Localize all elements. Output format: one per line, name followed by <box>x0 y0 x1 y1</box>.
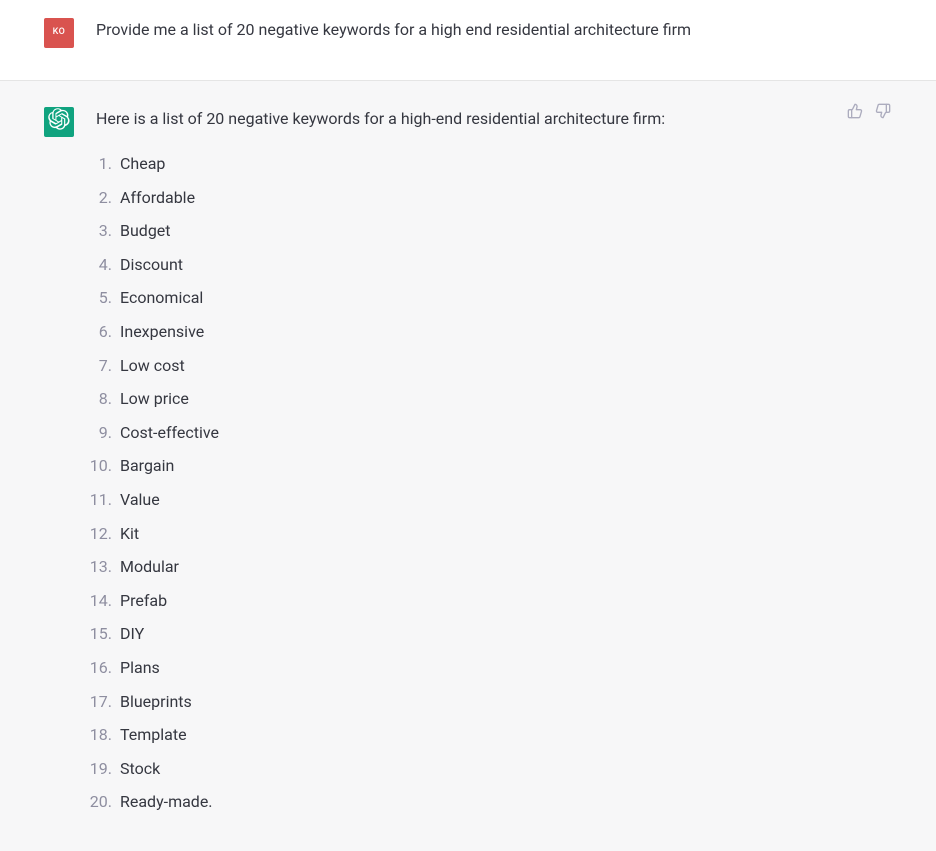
list-item: Stock <box>96 756 816 782</box>
user-prompt-text: Provide me a list of 20 negative keyword… <box>96 18 816 42</box>
list-item: Low cost <box>96 353 816 379</box>
user-message-row: KO Provide me a list of 20 negative keyw… <box>0 0 936 81</box>
list-item: Cheap <box>96 151 816 177</box>
thumbs-down-button[interactable] <box>874 105 892 123</box>
list-item: Template <box>96 722 816 748</box>
list-item: Inexpensive <box>96 319 816 345</box>
list-item: Budget <box>96 218 816 244</box>
user-avatar-initials: KO <box>53 26 66 40</box>
list-item: Ready-made. <box>96 789 816 815</box>
assistant-avatar <box>44 107 74 137</box>
list-item: Value <box>96 487 816 513</box>
list-item: Affordable <box>96 185 816 211</box>
list-item: DIY <box>96 621 816 647</box>
openai-icon <box>48 108 70 137</box>
assistant-intro-text: Here is a list of 20 negative keywords f… <box>96 107 816 131</box>
list-item: Kit <box>96 521 816 547</box>
list-item: Economical <box>96 285 816 311</box>
assistant-message-content: Here is a list of 20 negative keywords f… <box>96 105 816 823</box>
user-message-content: Provide me a list of 20 negative keyword… <box>96 16 816 48</box>
list-item: Bargain <box>96 453 816 479</box>
thumbs-up-button[interactable] <box>846 105 864 123</box>
keyword-list: Cheap Affordable Budget Discount Economi… <box>96 151 816 815</box>
list-item: Blueprints <box>96 689 816 715</box>
thumbs-down-icon <box>875 102 891 126</box>
feedback-controls <box>846 105 892 123</box>
list-item: Discount <box>96 252 816 278</box>
list-item: Modular <box>96 554 816 580</box>
list-item: Cost-effective <box>96 420 816 446</box>
thumbs-up-icon <box>847 102 863 126</box>
user-avatar: KO <box>44 18 74 48</box>
assistant-message-row: Here is a list of 20 negative keywords f… <box>0 81 936 851</box>
list-item: Prefab <box>96 588 816 614</box>
list-item: Low price <box>96 386 816 412</box>
list-item: Plans <box>96 655 816 681</box>
